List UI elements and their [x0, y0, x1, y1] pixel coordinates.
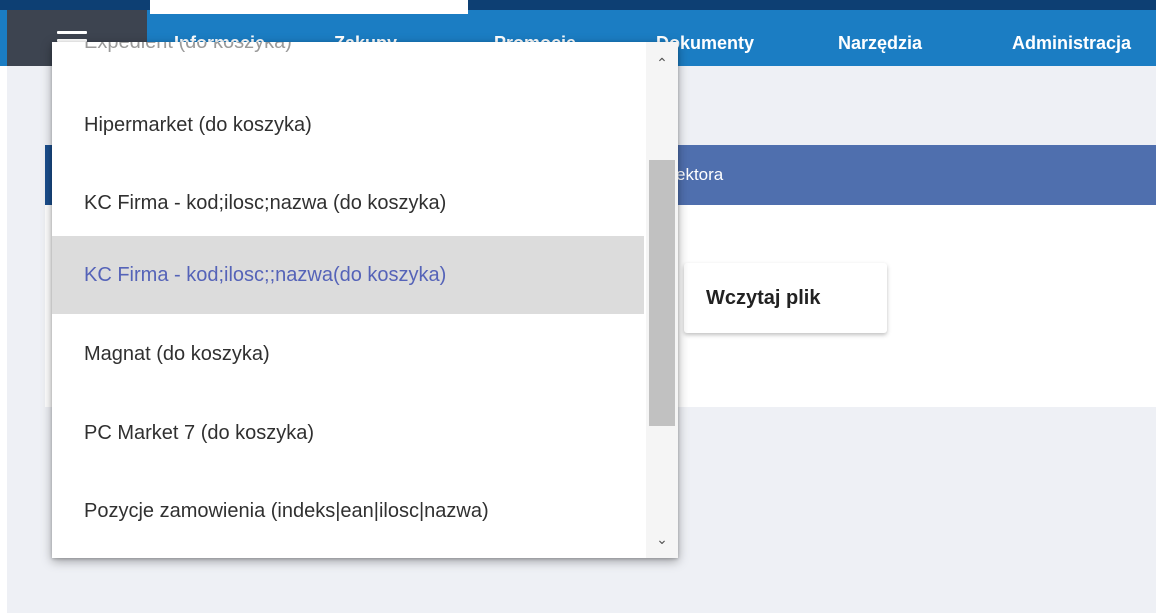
- load-file-button[interactable]: Wczytaj plik: [684, 263, 887, 333]
- scrollbar-thumb[interactable]: [649, 160, 675, 426]
- dropdown-option[interactable]: PC Market 7 (do koszyka): [52, 394, 644, 472]
- chevron-down-icon[interactable]: ⌄: [646, 526, 678, 552]
- dropdown-option[interactable]: Pozycje zamowienia (indeks|ean|ilosc|naz…: [52, 472, 644, 550]
- chevron-up-icon[interactable]: ⌃: [646, 50, 678, 76]
- dropdown-option[interactable]: Magnat (do koszyka): [52, 315, 644, 393]
- dropdown-option[interactable]: KC Firma - kod;ilosc;nazwa (do koszyka): [52, 164, 644, 242]
- dropdown-option-partial[interactable]: Expedient (do koszyka): [52, 42, 644, 81]
- nav-item-narzedzia[interactable]: Narzędzia: [838, 33, 922, 54]
- page-left-border: [0, 0, 7, 613]
- nav-item-administracja[interactable]: Administracja: [1012, 33, 1131, 54]
- format-dropdown-list[interactable]: Expedient (do koszyka) Hipermarket (do k…: [52, 42, 678, 558]
- dropdown-option[interactable]: Hipermarket (do koszyka): [52, 86, 644, 164]
- active-tab-indicator: [150, 0, 468, 14]
- dropdown-option-selected[interactable]: KC Firma - kod;ilosc;;nazwa(do koszyka): [52, 236, 644, 314]
- dropdown-scrollbar[interactable]: ⌃ ⌄: [646, 42, 678, 558]
- card-title: ektora: [676, 165, 724, 184]
